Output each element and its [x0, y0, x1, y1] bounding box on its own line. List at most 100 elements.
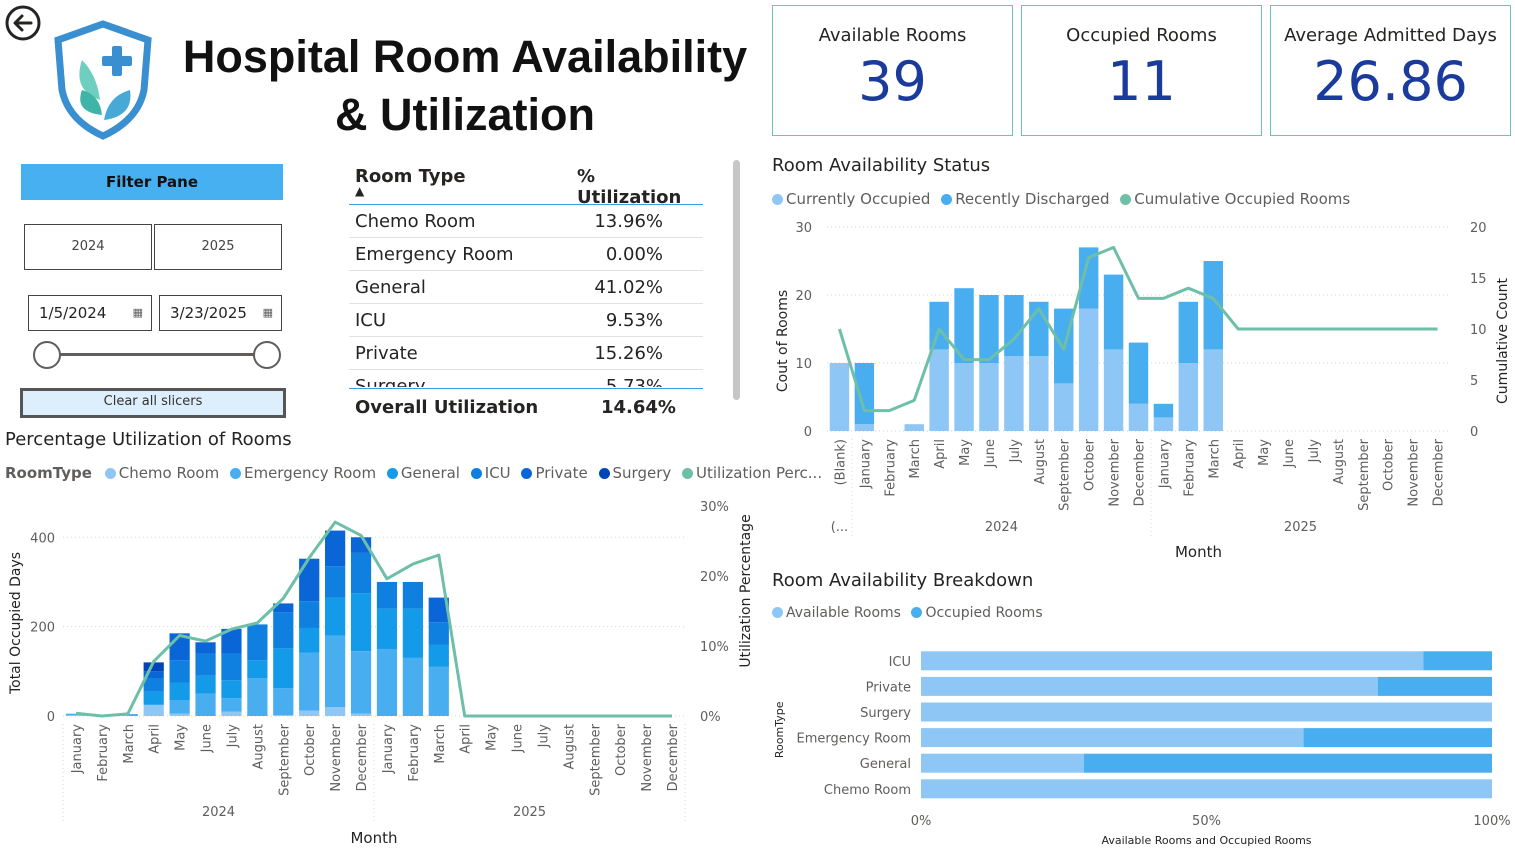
bar-currently-occupied: [1153, 417, 1174, 431]
x-tick-label: July: [536, 724, 551, 749]
legend-label: Currently Occupied: [786, 190, 931, 208]
y-tick-label: 0: [804, 425, 812, 440]
calendar-icon[interactable]: ▦: [133, 296, 143, 330]
y2-tick-label: 0: [1470, 425, 1478, 440]
bar-segment: [169, 713, 190, 716]
legend-room-availability-breakdown: Available Rooms Occupied Rooms: [772, 605, 1049, 621]
year-slicer-2024[interactable]: 2024: [24, 224, 152, 270]
legend-item[interactable]: Emergency Room: [229, 464, 377, 482]
column-header-utilization[interactable]: % Utilization: [577, 166, 703, 208]
clear-all-slicers-button[interactable]: Clear all slicers: [20, 388, 286, 418]
bar-currently-occupied: [1029, 356, 1049, 431]
legend-item[interactable]: General: [386, 464, 460, 482]
bar-segment: [299, 627, 320, 653]
table-row[interactable]: Emergency Room 0.00%: [349, 237, 703, 271]
date-range-track[interactable]: [48, 353, 268, 356]
bar-currently-occupied: [854, 424, 875, 431]
legend-label: Emergency Room: [243, 464, 377, 482]
legend-item[interactable]: Available Rooms: [772, 605, 901, 621]
x-tick-label: October: [1382, 438, 1397, 491]
bar-segment: [299, 601, 320, 628]
bar-currently-occupied: [1103, 349, 1124, 431]
y2-axis-title: Utilization Percentage: [738, 514, 754, 667]
legend-item[interactable]: Currently Occupied: [772, 190, 930, 208]
y-tick-label: Chemo Room: [824, 783, 911, 798]
bar-currently-occupied: [979, 363, 999, 431]
legend-item[interactable]: Cumulative Occupied Rooms: [1120, 190, 1350, 208]
y2-tick-label: 15: [1470, 272, 1487, 287]
filter-pane-button[interactable]: Filter Pane: [21, 164, 283, 200]
back-arrow-icon[interactable]: [4, 4, 42, 42]
end-date-input[interactable]: 3/23/2025 ▦: [159, 295, 282, 331]
calendar-icon[interactable]: ▦: [263, 296, 273, 330]
bar-available-rooms: [921, 676, 1378, 696]
bar-occupied-rooms: [1377, 676, 1492, 696]
medical-shield-leaf-icon: [54, 20, 152, 140]
bar-segment: [350, 552, 372, 594]
x-tick-label: December: [355, 723, 370, 791]
x-tick-label: 100%: [1473, 814, 1510, 829]
legend-item[interactable]: Occupied Rooms: [911, 605, 1043, 621]
legend-dot: [682, 468, 694, 479]
bar-occupied-rooms: [1303, 728, 1492, 748]
table-row[interactable]: Private 15.26%: [349, 336, 703, 370]
x-tick-label: April: [1232, 439, 1247, 469]
x-tick-label: July: [1307, 439, 1322, 464]
bar-occupied-rooms: [1083, 753, 1492, 773]
bar-segment: [221, 653, 242, 681]
end-date-value: 3/23/2025: [170, 304, 247, 322]
legend-dot: [772, 607, 783, 618]
table-row[interactable]: ICU 9.53%: [349, 303, 703, 337]
x-tick-label: February: [883, 439, 898, 497]
year-slicer-2025[interactable]: 2025: [154, 224, 282, 270]
kpi-value: 11: [1107, 50, 1176, 113]
y-axis-title: Total Occupied Days: [8, 552, 24, 695]
legend-item[interactable]: ICU: [470, 464, 511, 482]
cell-pct: 5.73%: [560, 369, 703, 387]
table-row[interactable]: General 41.02%: [349, 270, 703, 304]
bar-segment: [299, 558, 320, 602]
bar-currently-occupied: [1178, 363, 1199, 431]
table-row[interactable]: Surgery 5.73%: [349, 369, 703, 387]
table-row[interactable]: Chemo Room 13.96%: [349, 205, 703, 238]
legend-item[interactable]: Private: [521, 464, 588, 482]
bar-segment: [428, 666, 449, 716]
x-tick-label: January: [1157, 439, 1172, 490]
x-tick-label: February: [1182, 439, 1197, 497]
x-tick-label: September: [1357, 438, 1372, 511]
x-tick-label: December: [666, 723, 681, 791]
legend-title: RoomType: [5, 464, 92, 482]
legend-item[interactable]: Chemo Room: [104, 464, 219, 482]
kpi-card-available-rooms: Available Rooms 39: [772, 5, 1013, 136]
x-tick-label: February: [96, 724, 111, 782]
kpi-card-occupied-rooms: Occupied Rooms 11: [1021, 5, 1262, 136]
bar-segment: [350, 651, 372, 714]
bar-segment: [402, 581, 423, 609]
date-range-end-handle[interactable]: [253, 341, 281, 369]
chart-title-room-availability-status: Room Availability Status: [772, 155, 991, 176]
year-label: 2025: [513, 805, 546, 820]
year-label: 2024: [202, 805, 235, 820]
y2-axis-title: Cumulative Count: [1495, 278, 1511, 404]
legend-percentage-utilization: RoomType Chemo Room Emergency Room Gener…: [5, 464, 828, 482]
legend-item[interactable]: Surgery: [598, 464, 671, 482]
kpi-value: 39: [858, 50, 927, 113]
table-scrollbar[interactable]: [733, 160, 740, 400]
start-date-input[interactable]: 1/5/2024 ▦: [28, 295, 152, 331]
bar-available-rooms: [921, 728, 1304, 748]
bar-currently-occupied: [929, 349, 949, 431]
bar-segment: [221, 711, 242, 716]
kpi-label: Occupied Rooms: [1066, 25, 1217, 46]
x-axis-title: Month: [1175, 543, 1222, 561]
y-tick-label: 400: [30, 531, 55, 546]
legend-dot: [104, 468, 116, 479]
legend-label: Cumulative Occupied Rooms: [1134, 190, 1351, 208]
y2-tick-label: 10: [1470, 323, 1487, 338]
column-header-room-type[interactable]: Room Type: [355, 166, 466, 187]
bar-recently-discharged: [1103, 274, 1124, 350]
bar-available-rooms: [921, 779, 1492, 799]
date-range-start-handle[interactable]: [33, 341, 61, 369]
x-tick-label: August: [562, 724, 577, 770]
legend-item[interactable]: Recently Discharged: [941, 190, 1110, 208]
x-tick-label: January: [381, 724, 396, 775]
